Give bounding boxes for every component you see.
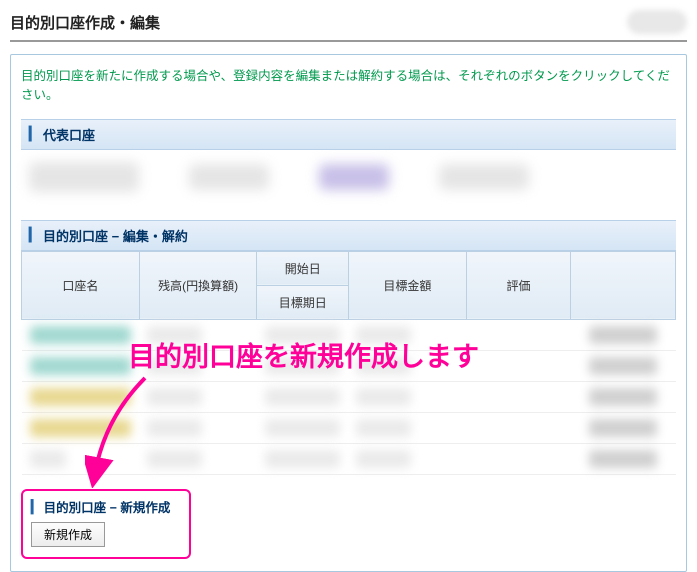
table-row <box>22 412 676 443</box>
representative-body <box>21 150 676 220</box>
table-row <box>22 381 676 412</box>
section-representative-account: ▎ 代表口座 <box>21 119 676 150</box>
section-label: 目的別口座 − 編集・解約 <box>43 226 188 245</box>
redacted-content <box>589 326 657 344</box>
redacted-content <box>30 388 132 406</box>
redacted-content <box>147 450 202 468</box>
redacted-content <box>319 164 389 190</box>
redacted-content <box>589 388 657 406</box>
col-balance: 残高(円換算額) <box>139 251 257 319</box>
section-label: 目的別口座 − 新規作成 <box>44 497 171 516</box>
redacted-content <box>147 357 202 375</box>
redacted-content <box>189 164 269 190</box>
table-row <box>22 350 676 381</box>
col-account-name: 口座名 <box>22 251 140 319</box>
redacted-content <box>30 450 66 468</box>
section-new-create: ▎ 目的別口座 − 新規作成 <box>31 497 181 516</box>
page-title: 目的別口座作成・編集 <box>10 12 160 33</box>
redacted-content <box>265 357 341 375</box>
redacted-content <box>147 419 202 437</box>
redacted-content <box>589 450 657 468</box>
col-actions <box>571 251 676 319</box>
col-evaluation: 評価 <box>466 251 571 319</box>
redacted-content <box>147 326 202 344</box>
redacted-content <box>439 164 529 190</box>
redacted-content <box>30 419 132 437</box>
redacted-content <box>265 326 341 344</box>
section-edit-cancel: ▎ 目的別口座 − 編集・解約 <box>21 220 676 251</box>
redacted-content <box>265 419 341 437</box>
redacted-content <box>147 388 202 406</box>
col-target-date: 目標期日 <box>257 285 349 319</box>
content-panel: 目的別口座を新たに作成する場合や、登録内容を編集または解約する場合は、それぞれの… <box>10 54 687 572</box>
table-row <box>22 443 676 474</box>
redacted-content <box>356 357 411 375</box>
col-target-amount: 目標金額 <box>348 251 466 319</box>
header-redacted <box>627 10 687 34</box>
redacted-content <box>356 419 411 437</box>
redacted-content <box>589 419 657 437</box>
redacted-content <box>356 450 411 468</box>
redacted-content <box>265 388 341 406</box>
table-row <box>22 319 676 350</box>
accounts-table: 口座名 残高(円換算額) 開始日 目標金額 評価 目標期日 <box>21 251 676 475</box>
new-create-highlight: ▎ 目的別口座 − 新規作成 新規作成 <box>21 489 191 559</box>
redacted-content <box>30 326 132 344</box>
section-marker-icon: ▎ <box>29 227 39 243</box>
section-marker-icon: ▎ <box>29 126 39 142</box>
col-start-date: 開始日 <box>257 251 349 285</box>
redacted-content <box>356 388 411 406</box>
redacted-content <box>30 357 132 375</box>
redacted-content <box>29 162 139 192</box>
redacted-content <box>265 450 341 468</box>
redacted-content <box>589 357 657 375</box>
instruction-text: 目的別口座を新たに作成する場合や、登録内容を編集または解約する場合は、それぞれの… <box>21 67 676 105</box>
redacted-content <box>356 326 411 344</box>
page-header: 目的別口座作成・編集 <box>10 10 687 42</box>
section-marker-icon: ▎ <box>31 499 41 514</box>
section-label: 代表口座 <box>43 125 95 144</box>
create-button[interactable]: 新規作成 <box>31 522 105 547</box>
